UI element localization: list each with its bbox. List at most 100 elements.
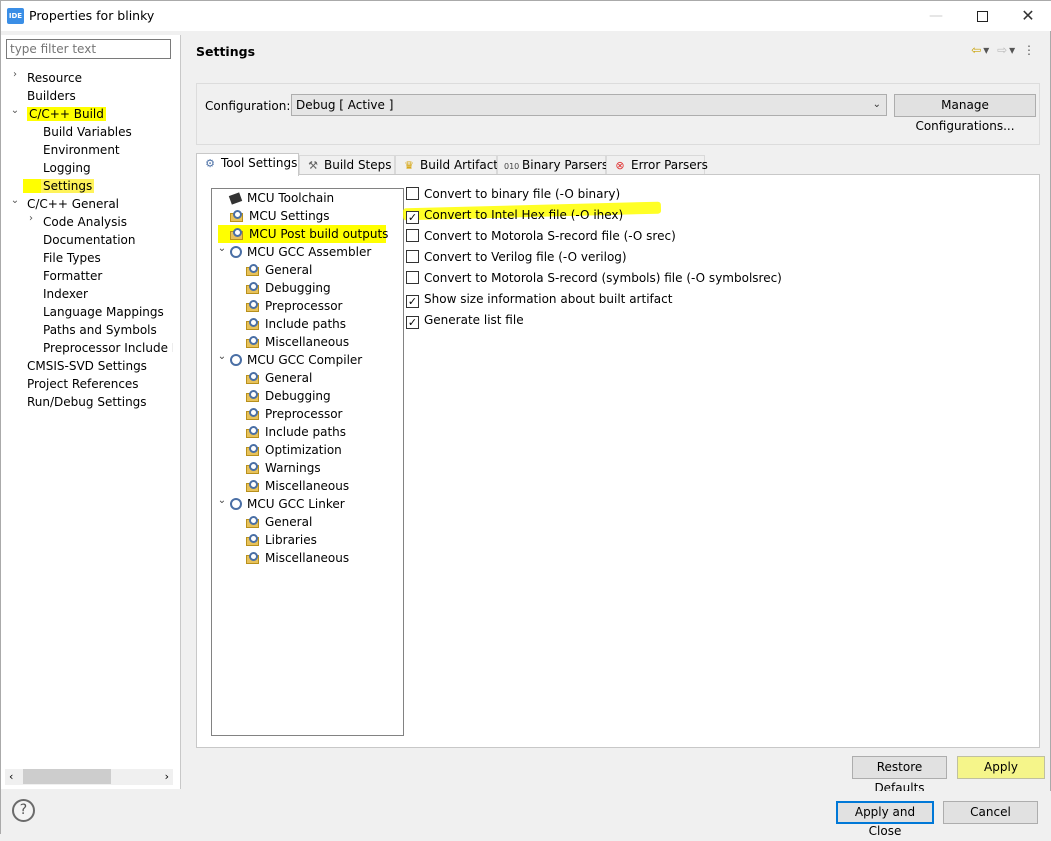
option-binary[interactable]: Convert to binary file (-O binary) — [406, 185, 620, 203]
tool-item-cc-optimization[interactable]: Optimization — [246, 441, 342, 459]
title-bar: IDE Properties for blinky — ✕ — [1, 1, 1051, 31]
restore-defaults-button[interactable]: Restore Defaults — [852, 756, 947, 795]
option-srec[interactable]: Convert to Motorola S-record file (-O sr… — [406, 227, 676, 245]
configuration-label: Configuration: — [205, 99, 291, 113]
filter-input[interactable] — [6, 39, 171, 59]
tree-item-indexer[interactable]: Indexer — [43, 285, 88, 303]
tool-item-asm-general[interactable]: General — [246, 261, 312, 279]
tree-item-cmsis-svd[interactable]: CMSIS-SVD Settings — [27, 357, 147, 375]
checkbox-checked[interactable]: ✓ — [406, 316, 419, 329]
tool-item-ld-general[interactable]: General — [246, 513, 312, 531]
expand-icon[interactable]: › — [25, 213, 37, 231]
option-size-info[interactable]: ✓ Show size information about built artif… — [406, 290, 672, 308]
tree-item-logging[interactable]: Logging — [43, 159, 91, 177]
tree-item-settings[interactable]: Settings — [41, 177, 95, 195]
option-list-file[interactable]: ✓ Generate list file — [406, 311, 524, 329]
apply-button[interactable]: Apply — [957, 756, 1045, 779]
tool-option-icon — [246, 318, 260, 330]
option-label: Convert to Motorola S-record (symbols) f… — [424, 271, 782, 285]
help-icon[interactable]: ? — [12, 799, 35, 822]
tool-item-post-build-outputs[interactable]: MCU Post build outputs — [218, 225, 388, 243]
tree-item-run-debug[interactable]: Run/Debug Settings — [27, 393, 147, 411]
collapse-icon[interactable]: ⌄ — [9, 105, 21, 123]
tool-item-asm-misc[interactable]: Miscellaneous — [246, 333, 349, 351]
tree-item-documentation[interactable]: Documentation — [43, 231, 136, 249]
collapse-icon[interactable]: ⌄ — [216, 243, 228, 261]
option-verilog[interactable]: Convert to Verilog file (-O verilog) — [406, 248, 627, 266]
scroll-thumb[interactable] — [23, 769, 111, 784]
scroll-right-icon[interactable]: › — [165, 769, 169, 784]
tool-item-mcu-settings[interactable]: MCU Settings — [230, 207, 330, 225]
tree-item-preprocessor-include[interactable]: Preprocessor Include Pa — [43, 339, 173, 357]
checkbox-checked[interactable]: ✓ — [406, 295, 419, 308]
horizontal-scrollbar[interactable]: ‹ › — [5, 769, 173, 785]
collapse-icon[interactable]: ⌄ — [216, 495, 228, 513]
tree-item-builders[interactable]: Builders — [27, 87, 76, 105]
configuration-select[interactable]: Debug [ Active ] ⌄ — [291, 94, 887, 116]
checkbox-checked[interactable]: ✓ — [406, 211, 419, 224]
tool-item-label: Preprocessor — [265, 407, 343, 421]
back-dropdown-icon[interactable]: ▾ — [983, 43, 991, 57]
tool-item-gcc-assembler[interactable]: MCU GCC Assembler — [230, 243, 371, 261]
option-intel-hex[interactable]: ✓ Convert to Intel Hex file (-O ihex) — [406, 206, 623, 224]
tool-item-gcc-linker[interactable]: MCU GCC Linker — [230, 495, 345, 513]
tab-build-artifact[interactable]: ♛ Build Artifact — [395, 155, 498, 175]
tool-item-mcu-toolchain[interactable]: MCU Toolchain — [228, 189, 335, 207]
tree-item-formatter[interactable]: Formatter — [43, 267, 102, 285]
tab-error-parsers[interactable]: ⊗ Error Parsers — [606, 155, 708, 175]
tool-option-icon — [246, 336, 260, 348]
forward-arrow-icon[interactable]: ⇨ — [997, 43, 1009, 57]
apply-and-close-button[interactable]: Apply and Close — [836, 801, 934, 838]
tool-option-icon — [230, 228, 244, 240]
checkbox[interactable] — [406, 187, 419, 200]
tool-item-cc-preprocessor[interactable]: Preprocessor — [246, 405, 342, 423]
tab-tool-settings[interactable]: ⚙ Tool Settings — [196, 153, 299, 176]
tool-option-icon — [230, 210, 244, 222]
tool-item-cc-warnings[interactable]: Warnings — [246, 459, 321, 477]
tree-item-cpp-general[interactable]: C/C++ General — [27, 195, 119, 213]
checkbox[interactable] — [406, 229, 419, 242]
tool-item-asm-debugging[interactable]: Debugging — [246, 279, 331, 297]
tab-build-steps[interactable]: ⚒ Build Steps — [299, 155, 395, 175]
expand-icon[interactable]: › — [9, 69, 21, 87]
tool-option-icon — [246, 282, 260, 294]
settings-page: Settings ⇦▾ ⇨▾ ⋮ Configuration: Debug [ … — [183, 35, 1049, 795]
scroll-left-icon[interactable]: ‹ — [9, 769, 13, 784]
tool-item-asm-preprocessor[interactable]: Preprocessor — [246, 297, 342, 315]
checkbox[interactable] — [406, 250, 419, 263]
tool-option-icon — [246, 534, 260, 546]
tool-item-label: Libraries — [265, 533, 317, 547]
tree-item-cpp-build[interactable]: C/C++ Build — [27, 105, 106, 123]
tool-item-label: MCU Toolchain — [247, 191, 335, 205]
tool-item-cc-misc[interactable]: Miscellaneous — [246, 477, 349, 495]
tree-item-project-references[interactable]: Project References — [27, 375, 139, 393]
tree-item-code-analysis[interactable]: Code Analysis — [43, 213, 127, 231]
view-menu-icon[interactable]: ⋮ — [1023, 43, 1037, 57]
tree-item-paths-symbols[interactable]: Paths and Symbols — [43, 321, 157, 339]
tree-item-build-variables[interactable]: Build Variables — [43, 123, 132, 141]
tool-item-cc-general[interactable]: General — [246, 369, 312, 387]
manage-configurations-button[interactable]: Manage Configurations... — [894, 94, 1036, 133]
tool-item-gcc-compiler[interactable]: MCU GCC Compiler — [230, 351, 362, 369]
tree-item-resource[interactable]: Resource — [27, 69, 82, 87]
option-symbolsrec[interactable]: Convert to Motorola S-record (symbols) f… — [406, 269, 782, 287]
tool-item-ld-libraries[interactable]: Libraries — [246, 531, 317, 549]
tool-option-icon — [246, 390, 260, 402]
tree-item-language-mappings[interactable]: Language Mappings — [43, 303, 164, 321]
tool-item-asm-include-paths[interactable]: Include paths — [246, 315, 346, 333]
tab-binary-parsers[interactable]: 010 Binary Parsers — [497, 155, 608, 175]
collapse-icon[interactable]: ⌄ — [216, 351, 228, 369]
tool-item-cc-include-paths[interactable]: Include paths — [246, 423, 346, 441]
tree-item-file-types[interactable]: File Types — [43, 249, 101, 267]
checkbox[interactable] — [406, 271, 419, 284]
forward-dropdown-icon[interactable]: ▾ — [1009, 43, 1017, 57]
tree-item-environment[interactable]: Environment — [43, 141, 120, 159]
back-arrow-icon[interactable]: ⇦ — [971, 43, 983, 57]
tool-item-cc-debugging[interactable]: Debugging — [246, 387, 331, 405]
minimize-button[interactable]: — — [913, 1, 959, 31]
maximize-button[interactable] — [959, 1, 1005, 31]
collapse-icon[interactable]: ⌄ — [9, 195, 21, 213]
tool-item-ld-misc[interactable]: Miscellaneous — [246, 549, 349, 567]
cancel-button[interactable]: Cancel — [943, 801, 1038, 824]
close-button[interactable]: ✕ — [1005, 1, 1051, 31]
